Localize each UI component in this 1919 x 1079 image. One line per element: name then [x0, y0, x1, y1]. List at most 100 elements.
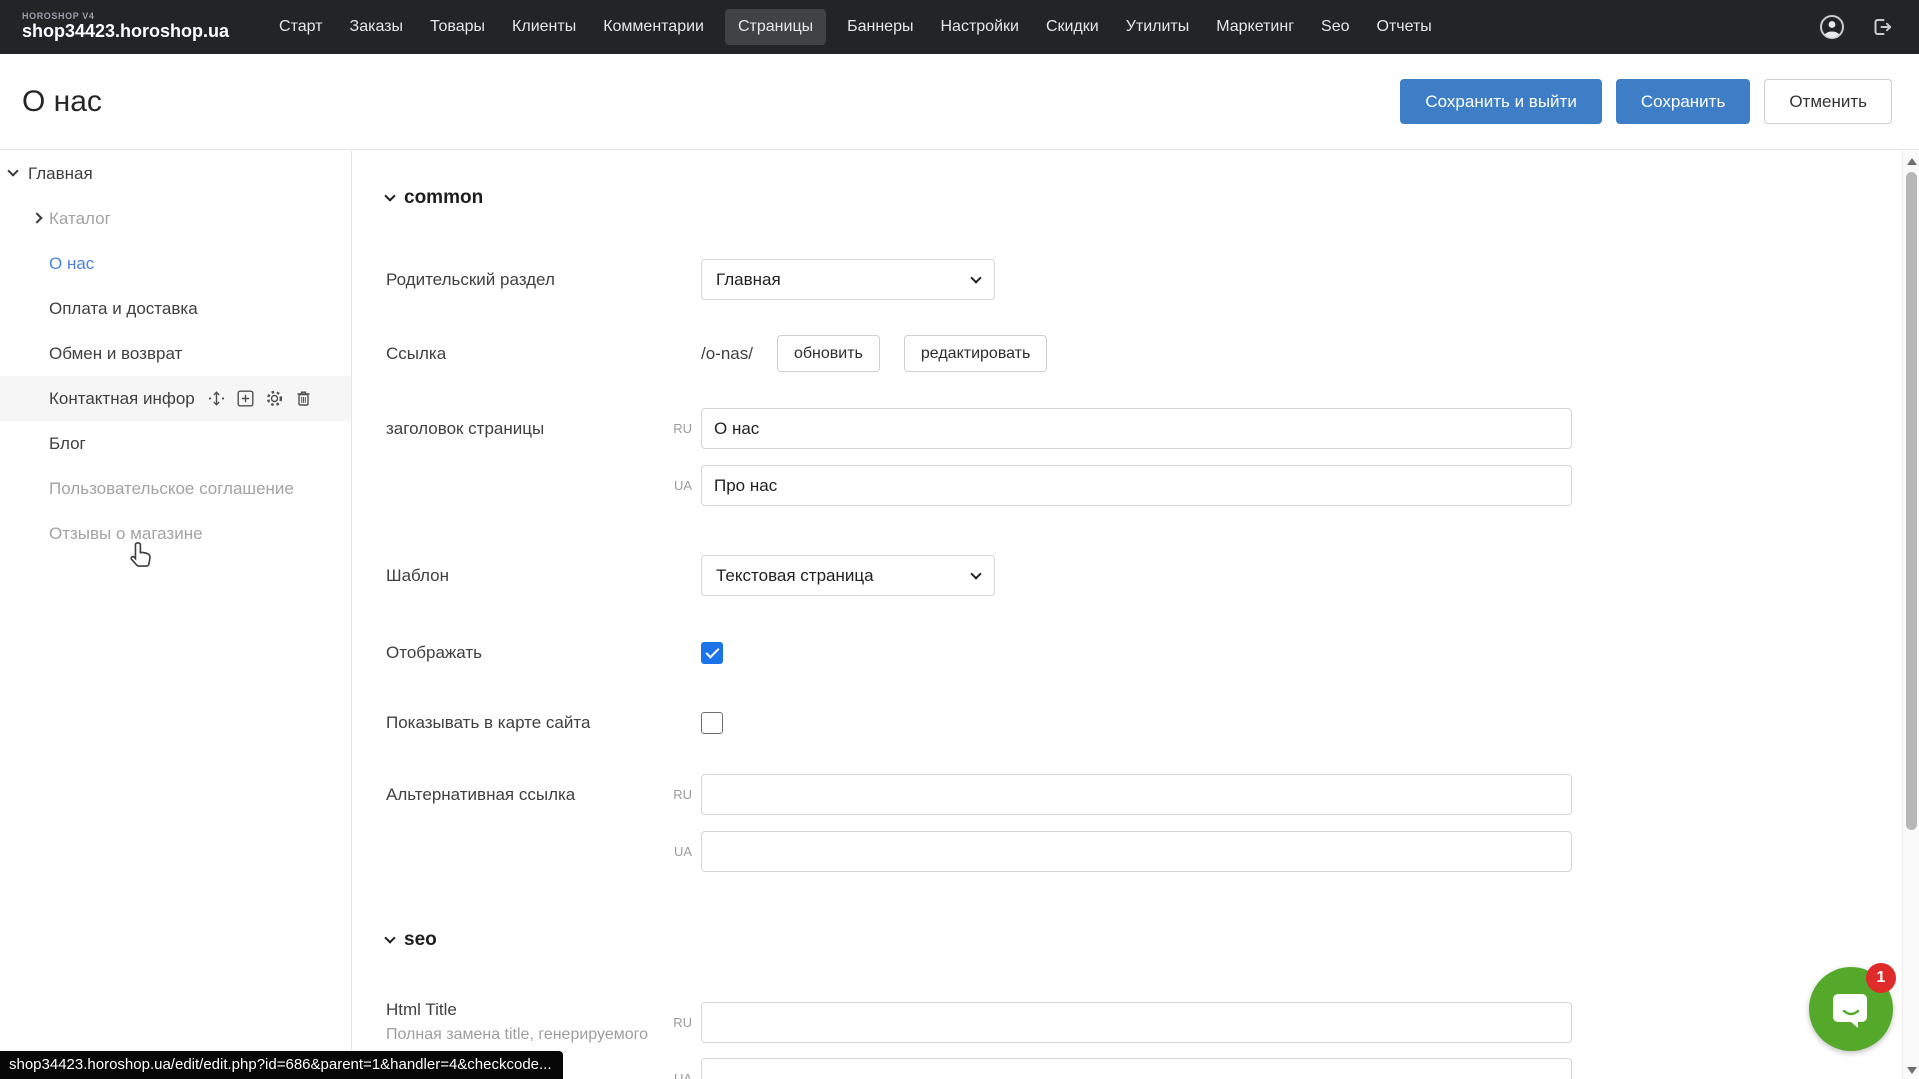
- tree-item-label: Главная: [28, 164, 93, 184]
- tree-item-catalog[interactable]: Каталог: [0, 196, 351, 241]
- nav-item-products[interactable]: Товары: [424, 9, 491, 45]
- link-edit-button[interactable]: редактировать: [904, 335, 1047, 372]
- nav-item-reports[interactable]: Отчеты: [1371, 9, 1438, 45]
- tree-item-contact-info[interactable]: Контактная инфор: [0, 376, 351, 421]
- nav-item-banners[interactable]: Баннеры: [841, 9, 919, 45]
- save-button[interactable]: Сохранить: [1616, 79, 1750, 124]
- tree-item-blog[interactable]: Блог: [0, 421, 351, 466]
- display-checkbox[interactable]: [701, 642, 723, 664]
- parent-section-select[interactable]: Главная: [701, 259, 995, 300]
- field-label: Ссылка: [386, 344, 658, 364]
- sitemap-row: Показывать в карте сайта: [386, 712, 1902, 734]
- app-window: HOROSHOP V4 shop34423.horoshop.ua Старт …: [0, 0, 1919, 1079]
- cancel-button[interactable]: Отменить: [1764, 79, 1892, 124]
- gear-icon[interactable]: [265, 389, 284, 408]
- chevron-down-icon: [384, 932, 395, 943]
- template-select[interactable]: Текстовая страница: [701, 555, 995, 596]
- nav-item-pages[interactable]: Страницы: [725, 9, 826, 45]
- trash-icon[interactable]: [294, 389, 313, 408]
- tree-item-label: О нас: [49, 254, 94, 274]
- link-update-button[interactable]: обновить: [777, 335, 880, 372]
- display-row: Отображать: [386, 642, 1902, 664]
- chevron-down-icon: [7, 165, 18, 176]
- page-title: О нас: [22, 85, 102, 119]
- vertical-scrollbar[interactable]: [1902, 151, 1919, 1079]
- nav-item-utilities[interactable]: Утилиты: [1120, 9, 1196, 45]
- nav-item-settings[interactable]: Настройки: [934, 9, 1024, 45]
- field-label: Шаблон: [386, 566, 658, 586]
- scroll-down-arrow[interactable]: [1907, 1067, 1917, 1074]
- alt-link-ua-input[interactable]: [701, 831, 1572, 872]
- section-seo-header[interactable]: seo: [386, 929, 1902, 951]
- alt-link-ua-row: UA: [386, 831, 1902, 872]
- field-label: Родительский раздел: [386, 270, 658, 290]
- tree-item-home[interactable]: Главная: [0, 151, 351, 196]
- nav-item-seo[interactable]: Seo: [1315, 9, 1355, 45]
- chevron-down-icon: [970, 272, 981, 283]
- chevron-right-icon: [31, 212, 42, 223]
- tree-item-label: Отзывы о магазине: [49, 524, 203, 544]
- tree-item-label: Обмен и возврат: [49, 344, 182, 364]
- template-row: Шаблон Текстовая страница: [386, 555, 1902, 596]
- page-title-ua-input[interactable]: [701, 465, 1572, 506]
- tree-item-exchange-return[interactable]: Обмен и возврат: [0, 331, 351, 376]
- tree-item-store-reviews[interactable]: Отзывы о магазине: [0, 511, 351, 556]
- main-menu: Старт Заказы Товары Клиенты Комментарии …: [273, 9, 1438, 45]
- top-navbar: HOROSHOP V4 shop34423.horoshop.ua Старт …: [0, 0, 1919, 54]
- lang-badge-ru: RU: [658, 1015, 701, 1030]
- add-icon[interactable]: [236, 389, 255, 408]
- section-common-header[interactable]: common: [386, 187, 1902, 209]
- navbar-actions: [1819, 14, 1895, 40]
- nav-item-start[interactable]: Старт: [273, 9, 328, 45]
- select-value: Текстовая страница: [716, 566, 874, 586]
- lang-badge-ua: UA: [658, 844, 701, 859]
- tree-item-label: Каталог: [49, 209, 111, 229]
- nav-item-discounts[interactable]: Скидки: [1040, 9, 1105, 45]
- scroll-up-arrow[interactable]: [1907, 158, 1917, 165]
- logout-icon[interactable]: [1869, 14, 1895, 40]
- move-icon[interactable]: [207, 389, 226, 408]
- scrollbar-thumb[interactable]: [1906, 172, 1917, 830]
- alt-link-ru-input[interactable]: [701, 774, 1572, 815]
- chat-widget-button[interactable]: 1: [1809, 967, 1893, 1051]
- html-title-ru-row: Html Title Полная замена title, генериру…: [386, 1000, 1902, 1044]
- lang-badge-ua: UA: [658, 478, 701, 493]
- save-exit-button[interactable]: Сохранить и выйти: [1400, 79, 1601, 124]
- link-row: Ссылка /o-nas/ обновить редактировать: [386, 335, 1902, 372]
- field-label: Показывать в карте сайта: [386, 713, 658, 733]
- lang-badge-ru: RU: [658, 421, 701, 436]
- tree-item-label: Пользовательское соглашение: [49, 479, 294, 499]
- page-title-ru-input[interactable]: [701, 408, 1572, 449]
- nav-item-comments[interactable]: Комментарии: [597, 9, 710, 45]
- account-icon[interactable]: [1819, 14, 1845, 40]
- tree-item-about[interactable]: О нас: [0, 241, 351, 286]
- field-hint: Полная замена title, генерируемого: [386, 1026, 658, 1044]
- field-label: заголовок страницы: [386, 419, 658, 439]
- tree-item-payment-delivery[interactable]: Оплата и доставка: [0, 286, 351, 331]
- select-value: Главная: [716, 270, 781, 290]
- header-actions: Сохранить и выйти Сохранить Отменить: [1400, 79, 1892, 124]
- logo-domain-label: shop34423.horoshop.ua: [22, 22, 229, 42]
- section-title: seo: [404, 929, 437, 951]
- lang-badge-ua: UA: [658, 1071, 701, 1079]
- nav-item-orders[interactable]: Заказы: [344, 9, 409, 45]
- html-title-ua-row: UA: [386, 1058, 1902, 1079]
- nav-item-marketing[interactable]: Маркетинг: [1210, 9, 1300, 45]
- nav-item-clients[interactable]: Клиенты: [506, 9, 582, 45]
- pages-tree-sidebar: Главная Каталог О нас Оплата и доставка …: [0, 151, 352, 1079]
- sitemap-checkbox[interactable]: [701, 712, 723, 734]
- tree-item-label: Контактная инфор: [49, 389, 195, 409]
- html-title-ua-input[interactable]: [701, 1058, 1572, 1079]
- tree-item-user-agreement[interactable]: Пользовательское соглашение: [0, 466, 351, 511]
- page-edit-form: common Родительский раздел Главная Ссылк…: [353, 151, 1902, 1079]
- page-title-ua-row: UA: [386, 465, 1902, 506]
- html-title-ru-input[interactable]: [701, 1002, 1572, 1043]
- field-label: Альтернативная ссылка: [386, 785, 658, 805]
- section-title: common: [404, 187, 483, 209]
- tree-item-label: Оплата и доставка: [49, 299, 198, 319]
- logo[interactable]: HOROSHOP V4 shop34423.horoshop.ua: [22, 12, 229, 42]
- chat-unread-badge: 1: [1866, 963, 1896, 993]
- parent-section-row: Родительский раздел Главная: [386, 259, 1902, 300]
- tree-item-actions: [207, 389, 313, 408]
- field-label: Отображать: [386, 643, 658, 663]
